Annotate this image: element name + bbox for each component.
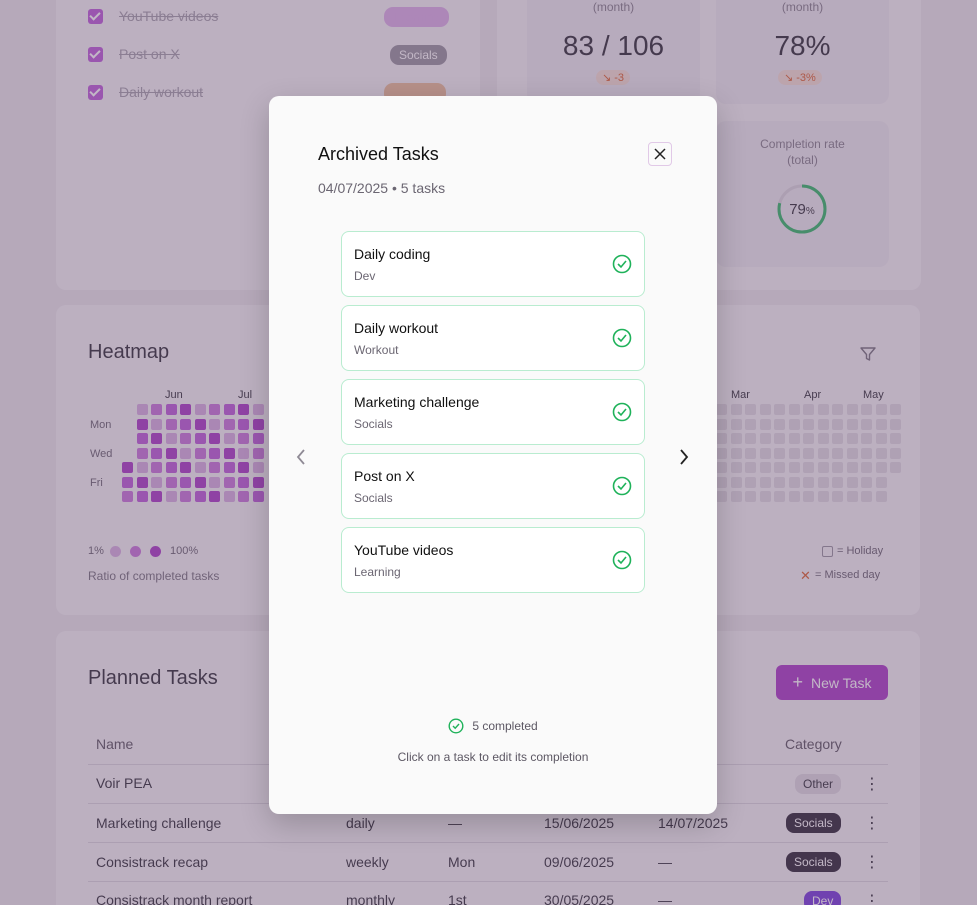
check-circle-icon xyxy=(612,402,632,422)
close-button[interactable] xyxy=(648,142,672,166)
close-icon xyxy=(654,148,666,160)
archived-task-card[interactable]: Daily workout Workout xyxy=(341,305,645,371)
task-name: Post on X xyxy=(354,468,415,484)
task-name: Daily coding xyxy=(354,246,431,262)
check-circle-icon xyxy=(448,718,464,734)
task-category: Workout xyxy=(354,343,399,357)
task-category: Learning xyxy=(354,565,401,579)
chevron-right-icon xyxy=(680,449,689,465)
check-circle-icon xyxy=(612,328,632,348)
previous-day-button[interactable] xyxy=(295,448,307,471)
task-category: Socials xyxy=(354,417,393,431)
task-name: Daily workout xyxy=(354,320,439,336)
task-category: Dev xyxy=(354,269,376,283)
task-category: Socials xyxy=(354,491,393,505)
archived-task-card[interactable]: YouTube videos Learning xyxy=(341,527,645,593)
edit-hint: Click on a task to edit its completion xyxy=(397,750,589,764)
check-circle-icon xyxy=(612,550,632,570)
modal-subtitle: 04/07/2025 • 5 tasks xyxy=(318,180,446,196)
chevron-left-icon xyxy=(296,449,305,465)
modal-title: Archived Tasks xyxy=(318,144,439,164)
check-circle-icon xyxy=(612,254,632,274)
check-circle-icon xyxy=(612,476,632,496)
task-name: Marketing challenge xyxy=(354,394,480,410)
archived-task-card[interactable]: Daily coding Dev xyxy=(341,231,645,297)
completed-summary: 5 completed xyxy=(269,718,717,734)
archived-task-card[interactable]: Post on X Socials xyxy=(341,453,645,519)
archived-tasks-modal: Archived Tasks 04/07/2025 • 5 tasks Dail… xyxy=(269,96,717,814)
task-name: YouTube videos xyxy=(354,542,454,558)
next-day-button[interactable] xyxy=(678,448,690,471)
archived-task-card[interactable]: Marketing challenge Socials xyxy=(341,379,645,445)
